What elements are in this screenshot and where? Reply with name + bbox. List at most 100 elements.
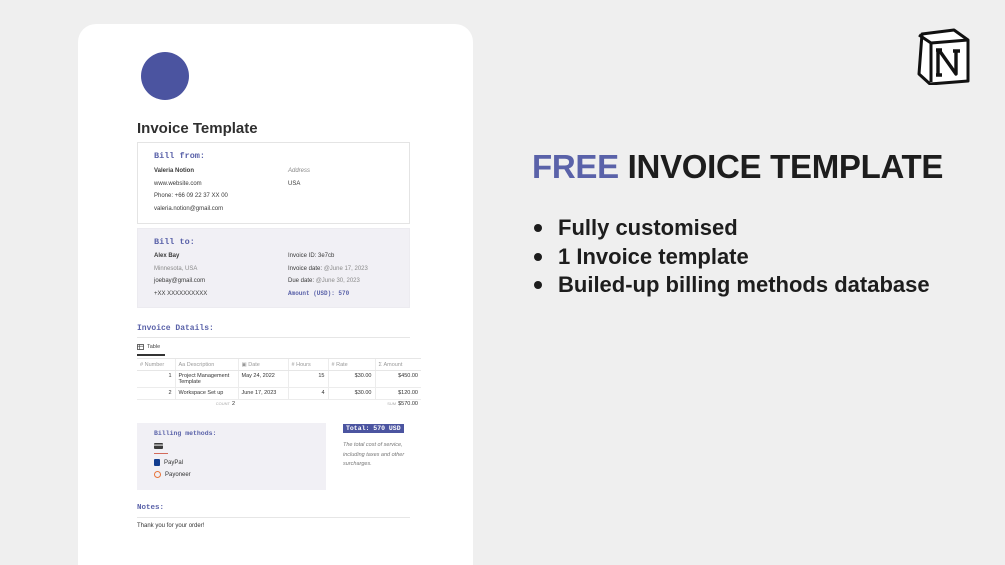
divider [137, 337, 410, 338]
list-item: 1 Invoice template [534, 243, 930, 272]
total-badge: Total: 570 USD [343, 424, 404, 433]
billing-method-label: PayPal [164, 459, 184, 466]
summary-empty [288, 400, 328, 412]
billing-methods-block: Billing methods: PayPal Payoneer [137, 423, 326, 490]
due-date-value[interactable]: @June 30, 2023 [316, 278, 360, 284]
invoice-id: Invoice ID: 3e7cb [288, 253, 335, 259]
promo-headline: FREE INVOICE TEMPLATE [532, 148, 943, 186]
bill-from-website[interactable]: www.website.com [154, 178, 228, 191]
invoice-details-heading: Invoice Datails: [137, 324, 214, 333]
table-row[interactable]: 1 Project Management Template May 24, 20… [137, 370, 421, 388]
bill-from-name: Valeria Notion [154, 168, 195, 174]
table-header-row: # Number Aa Description ▣ Date # Hours #… [137, 358, 421, 371]
credit-card-icon [154, 443, 163, 451]
summary-count: COUNT 2 [175, 400, 238, 412]
address-label: Address [288, 168, 311, 174]
address-value: USA [288, 180, 301, 187]
due-date: Due date: @June 30, 2023 [288, 275, 368, 288]
cell-amount[interactable]: $120.00 [374, 387, 421, 400]
page-icon-avatar [141, 52, 189, 100]
cell-date[interactable]: June 17, 2023 [237, 387, 288, 400]
bill-to-phone: +XX XXXXXXXXXX [154, 290, 208, 297]
bullet-icon [534, 252, 542, 261]
column-header-number[interactable]: # Number [137, 358, 175, 371]
summary-empty [137, 400, 175, 412]
amount-usd: Amount (USD): 570 [288, 289, 350, 297]
list-item: Fully customised [534, 214, 930, 243]
invoice-page: Invoice Template Bill from: Valeria Noti… [78, 24, 473, 565]
cell-number[interactable]: 2 [137, 387, 175, 400]
bill-from-email[interactable]: valeria.notion@gmail.com [154, 203, 228, 216]
billing-method-paypal[interactable]: PayPal [154, 459, 183, 466]
bill-to-name: Alex Bay [154, 253, 180, 259]
cell-description[interactable]: Project Management Template [174, 370, 238, 388]
cell-description[interactable]: Workspace Set up [174, 387, 238, 400]
headline-rest: INVOICE TEMPLATE [618, 148, 944, 185]
column-header-date[interactable]: ▣ Date [237, 358, 288, 371]
bill-from-phone: Phone: +66 09 22 37 XX 00 [154, 193, 228, 199]
column-label: Amount [383, 361, 403, 368]
tab-active-indicator [137, 354, 165, 356]
column-label: Number [144, 361, 165, 368]
summary-sum: SUM $570.00 [375, 400, 421, 412]
total-description: The total cost of service, including tax… [343, 442, 405, 467]
bill-from-block: Bill from: Valeria Notion www.website.co… [137, 142, 410, 224]
feature-text: Builed-up billing methods database [558, 272, 930, 298]
bill-from-left-column: Valeria Notion www.website.com Phone: +6… [154, 165, 228, 215]
column-header-rate[interactable]: # Rate [327, 358, 375, 371]
sum-label: SUM [387, 401, 397, 406]
list-item: Builed-up billing methods database [534, 271, 930, 300]
bill-to-left-column: Alex Bay Minnesota, USA joebay@gmail.com… [154, 250, 207, 300]
feature-list: Fully customised 1 Invoice template Buil… [534, 214, 930, 300]
billing-method-label: Payoneer [165, 471, 191, 478]
bill-to-heading: Bill to: [154, 237, 195, 247]
divider [137, 517, 410, 518]
due-date-label: Due date: [288, 278, 315, 284]
bill-to-block: Bill to: Alex Bay Minnesota, USA joebay@… [137, 228, 410, 308]
invoice-date: Invoice date: @June 17, 2023 [288, 263, 368, 276]
notes-text[interactable]: Thank you for your order! [137, 523, 204, 529]
feature-text: 1 Invoice template [558, 243, 749, 269]
tab-table-label: Table [147, 344, 161, 350]
bill-from-heading: Bill from: [154, 151, 206, 161]
summary-empty [328, 400, 375, 412]
bill-to-right-column: Invoice ID: 3e7cb Invoice date: @June 17… [288, 250, 368, 300]
headline-accent: FREE [532, 148, 619, 185]
cell-hours[interactable]: 15 [287, 370, 328, 388]
column-header-amount[interactable]: Σ Amount [374, 358, 421, 371]
card-underline [154, 453, 168, 454]
bill-from-right-column: Address USA [288, 165, 310, 190]
paypal-icon [154, 459, 160, 466]
column-label: Description [186, 361, 215, 368]
count-value: 2 [231, 401, 235, 407]
bullet-icon [534, 281, 542, 290]
notion-logo-icon [917, 28, 970, 85]
summary-empty [238, 400, 288, 412]
cell-date[interactable]: May 24, 2022 [237, 370, 288, 388]
count-label: COUNT [215, 401, 230, 406]
table-summary-row: COUNT 2 SUM $570.00 [137, 400, 421, 412]
bullet-icon [534, 224, 542, 233]
cell-rate[interactable]: $30.00 [327, 387, 375, 400]
invoice-date-label: Invoice date: [288, 265, 323, 272]
cell-number[interactable]: 1 [137, 370, 175, 388]
page-title: Invoice Template [137, 120, 258, 137]
column-header-hours[interactable]: # Hours [287, 358, 328, 371]
payoneer-icon [154, 471, 161, 478]
column-label: Hours [296, 361, 311, 368]
billing-method-payoneer[interactable]: Payoneer [154, 471, 191, 478]
bill-to-email[interactable]: joebay@gmail.com [154, 275, 207, 288]
notes-heading: Notes: [137, 504, 165, 512]
bill-to-location: Minnesota, USA [154, 265, 198, 272]
billing-methods-heading: Billing methods: [154, 430, 217, 437]
cell-hours[interactable]: 4 [287, 387, 328, 400]
column-label: Rate [336, 361, 348, 368]
table-row[interactable]: 2 Workspace Set up June 17, 2023 4 $30.0… [137, 387, 421, 400]
invoice-date-value[interactable]: @June 17, 2023 [324, 266, 368, 272]
tab-table[interactable]: Table [137, 344, 160, 350]
cell-rate[interactable]: $30.00 [327, 370, 375, 388]
feature-text: Fully customised [558, 215, 738, 241]
table-icon [137, 344, 144, 350]
column-header-description[interactable]: Aa Description [174, 358, 238, 371]
cell-amount[interactable]: $450.00 [374, 370, 421, 388]
